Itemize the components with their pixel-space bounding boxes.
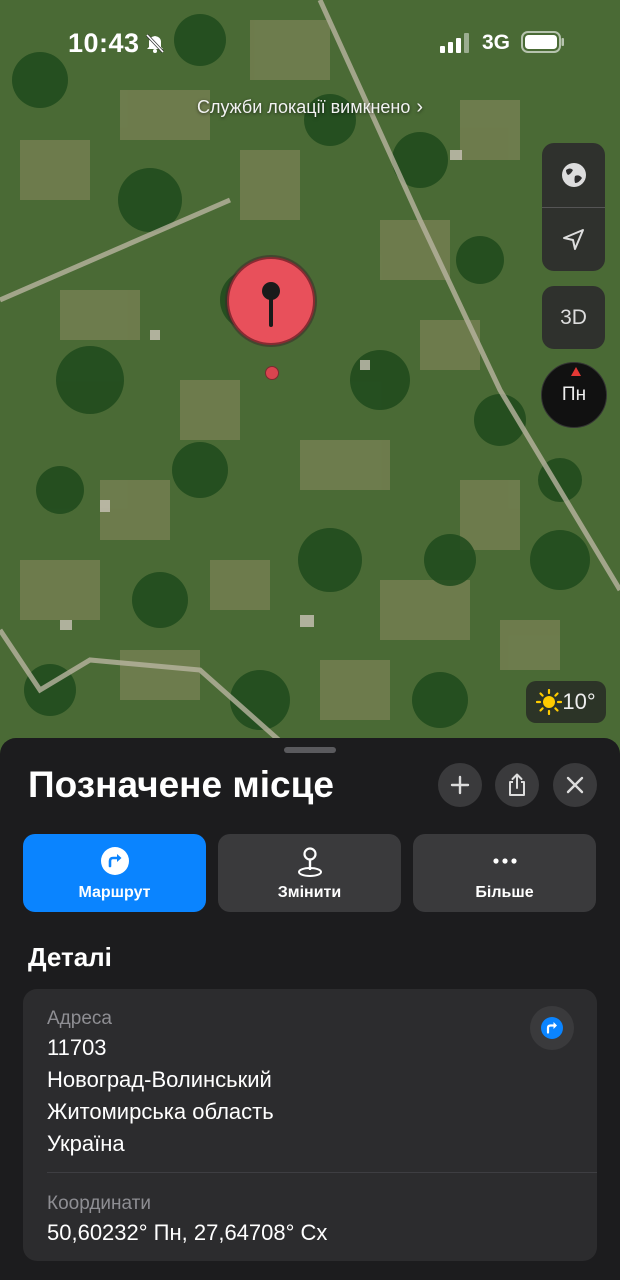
pin-edit-icon bbox=[297, 847, 322, 877]
close-icon bbox=[566, 776, 584, 794]
address-line-city[interactable]: Новоград-Волинський bbox=[47, 1067, 272, 1093]
directions-icon bbox=[100, 847, 129, 875]
directions-label: Маршрут bbox=[78, 884, 151, 901]
map-controls bbox=[542, 143, 605, 271]
weather-badge[interactable]: 10° bbox=[526, 681, 606, 723]
pin-location-dot bbox=[265, 366, 279, 380]
location-services-banner[interactable]: Служби локації вимкнено › bbox=[0, 96, 620, 119]
map-mode-button[interactable] bbox=[542, 143, 605, 206]
map-pin-icon[interactable] bbox=[222, 255, 320, 353]
place-title: Позначене місце bbox=[28, 764, 334, 805]
address-line-postcode[interactable]: 11703 bbox=[47, 1035, 107, 1061]
plus-icon bbox=[450, 775, 470, 795]
sun-icon bbox=[536, 689, 563, 715]
status-bar: 10:43 3G bbox=[0, 0, 620, 86]
compass-label: Пн bbox=[561, 384, 587, 405]
edit-label: Змінити bbox=[277, 884, 342, 901]
compass[interactable]: Пн bbox=[541, 362, 607, 428]
coordinates-caption: Координати bbox=[47, 1193, 151, 1214]
ellipsis-icon bbox=[492, 858, 517, 864]
address-line-country[interactable]: Україна bbox=[47, 1131, 125, 1157]
place-sheet: Позначене місце Маршрут Змінити Більше Д… bbox=[0, 738, 620, 1280]
address-caption: Адреса bbox=[47, 1008, 112, 1029]
clock: 10:43 bbox=[68, 28, 140, 58]
cellular-signal-icon bbox=[440, 33, 469, 53]
coordinates-value[interactable]: 50,60232° Пн, 27,64708° Сх bbox=[47, 1220, 327, 1246]
bell-slash-icon bbox=[145, 33, 165, 54]
locate-me-button[interactable] bbox=[542, 208, 605, 271]
more-label: Більше bbox=[475, 884, 534, 901]
compass-needle-icon bbox=[571, 367, 581, 376]
directions-icon bbox=[541, 1017, 563, 1039]
details-heading: Деталі bbox=[28, 942, 112, 972]
share-icon bbox=[509, 773, 525, 796]
view-3d-button[interactable]: 3D bbox=[542, 286, 605, 349]
address-directions-button[interactable] bbox=[530, 1006, 574, 1050]
location-arrow-icon bbox=[562, 228, 584, 250]
address-line-region[interactable]: Житомирська область bbox=[47, 1099, 274, 1125]
directions-button[interactable]: Маршрут bbox=[23, 834, 206, 912]
sheet-grabber[interactable] bbox=[284, 747, 336, 753]
add-button[interactable] bbox=[438, 763, 482, 807]
temperature: 10° bbox=[562, 689, 596, 714]
edit-button[interactable]: Змінити bbox=[218, 834, 401, 912]
share-button[interactable] bbox=[495, 763, 539, 807]
battery-icon bbox=[521, 31, 564, 53]
divider bbox=[47, 1172, 597, 1173]
globe-icon bbox=[561, 162, 586, 187]
chevron-right-icon: › bbox=[416, 96, 424, 118]
close-button[interactable] bbox=[553, 763, 597, 807]
network-type: 3G bbox=[482, 31, 511, 54]
location-services-text: Служби локації вимкнено bbox=[196, 97, 411, 117]
more-button[interactable]: Більше bbox=[413, 834, 596, 912]
details-card: Адреса 11703 Новоград-Волинський Житомир… bbox=[23, 989, 597, 1261]
